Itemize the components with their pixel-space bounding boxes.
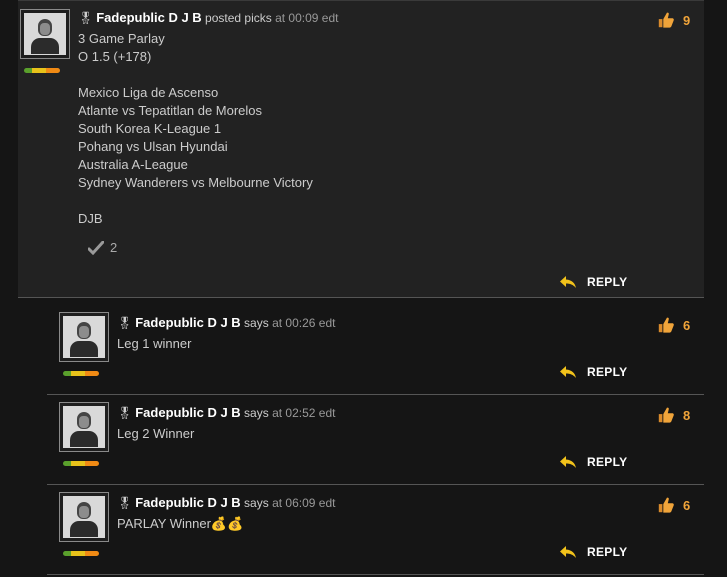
reply-button[interactable]: REPLY: [559, 275, 627, 289]
author-name[interactable]: Fadepublic D J B: [135, 495, 240, 510]
post-line: Mexico Liga de Ascenso: [78, 85, 219, 100]
post-line: DJB: [78, 211, 103, 226]
like-button[interactable]: 8: [657, 406, 690, 424]
post-line: South Korea K-League 1: [78, 121, 222, 136]
post-time: at 00:09 edt: [275, 11, 339, 25]
like-count: 6: [683, 317, 691, 333]
reply-action: says: [244, 406, 269, 420]
avatar[interactable]: [59, 492, 109, 542]
avatar[interactable]: [59, 312, 109, 362]
main-post: 🎖 Fadepublic D J B posted picks at 00:09 …: [18, 0, 704, 298]
avatar-photo: [63, 406, 105, 448]
reply-arrow-icon: [560, 546, 576, 558]
reply-button[interactable]: REPLY: [559, 455, 627, 469]
reply-header: 🎖 Fadepublic D J B says at 00:26 edt: [117, 315, 335, 330]
like-button[interactable]: 6: [657, 496, 690, 514]
tail-count-value: 2: [110, 240, 118, 255]
medal-icon: 🎖: [117, 316, 133, 330]
reply-text: Leg 2 Winner: [117, 426, 195, 441]
user-level-bar: [63, 551, 99, 556]
avatar[interactable]: [20, 9, 70, 59]
medal-icon: 🎖: [117, 406, 133, 420]
reply-time: at 02:52 edt: [272, 406, 336, 420]
post-line: Pohang vs Ulsan Hyundai: [78, 139, 228, 154]
reply-label: REPLY: [587, 365, 628, 379]
reply-time: at 00:26 edt: [272, 316, 336, 330]
avatar-photo: [63, 316, 105, 358]
user-level-bar: [63, 371, 99, 376]
post-line: 3 Game Parlay: [78, 31, 165, 46]
reply-header: 🎖 Fadepublic D J B says at 02:52 edt: [117, 405, 335, 420]
thumbs-up-icon: [658, 497, 674, 513]
post-line: Atlante vs Tepatitlan de Morelos: [78, 103, 263, 118]
reply-header: 🎖 Fadepublic D J B says at 06:09 edt: [117, 495, 335, 510]
author-name[interactable]: Fadepublic D J B: [96, 10, 201, 25]
user-level-bar: [24, 68, 60, 73]
check-icon: [88, 240, 104, 255]
reply-post: 🎖 Fadepublic D J B says at 02:52 edt Leg …: [47, 395, 704, 485]
thumbs-up-icon: [658, 317, 674, 333]
post-action: posted picks: [205, 11, 272, 25]
medal-icon: 🎖: [117, 496, 133, 510]
avatar-photo: [63, 496, 105, 538]
reply-post: 🎖 Fadepublic D J B says at 06:09 edt PARL…: [47, 485, 704, 575]
tail-count[interactable]: 2: [88, 240, 117, 255]
like-count: 9: [683, 12, 691, 28]
reply-label: REPLY: [587, 545, 628, 559]
reply-label: REPLY: [587, 455, 628, 469]
avatar[interactable]: [59, 402, 109, 452]
post-body: 3 Game Parlay O 1.5 (+178) Mexico Liga d…: [78, 30, 638, 228]
author-name[interactable]: Fadepublic D J B: [135, 315, 240, 330]
like-button[interactable]: 9: [657, 11, 690, 29]
reply-arrow-icon: [560, 276, 576, 288]
reply-text: PARLAY Winner💰💰: [117, 516, 244, 531]
reply-time: at 06:09 edt: [272, 496, 336, 510]
reply-arrow-icon: [560, 366, 576, 378]
post-line: O 1.5 (+178): [78, 49, 152, 64]
post-line: Sydney Wanderers vs Melbourne Victory: [78, 175, 313, 190]
medal-icon: 🎖: [78, 11, 94, 25]
like-count: 6: [683, 497, 691, 513]
post-line: [78, 192, 638, 210]
user-level-bar: [63, 461, 99, 466]
reply-action: says: [244, 496, 269, 510]
reply-arrow-icon: [560, 456, 576, 468]
avatar-photo: [24, 13, 66, 55]
author-name[interactable]: Fadepublic D J B: [135, 405, 240, 420]
post-line: Australia A-League: [78, 157, 188, 172]
reply-post: 🎖 Fadepublic D J B says at 00:26 edt Leg …: [47, 305, 704, 395]
thumbs-up-icon: [658, 12, 674, 28]
post-header: 🎖 Fadepublic D J B posted picks at 00:09 …: [78, 10, 338, 25]
reply-label: REPLY: [587, 275, 628, 289]
reply-button[interactable]: REPLY: [559, 365, 627, 379]
thumbs-up-icon: [658, 407, 674, 423]
like-count: 8: [683, 407, 691, 423]
like-button[interactable]: 6: [657, 316, 690, 334]
reply-text: Leg 1 winner: [117, 336, 192, 351]
reply-button[interactable]: REPLY: [559, 545, 627, 559]
reply-action: says: [244, 316, 269, 330]
post-line: [78, 66, 638, 84]
